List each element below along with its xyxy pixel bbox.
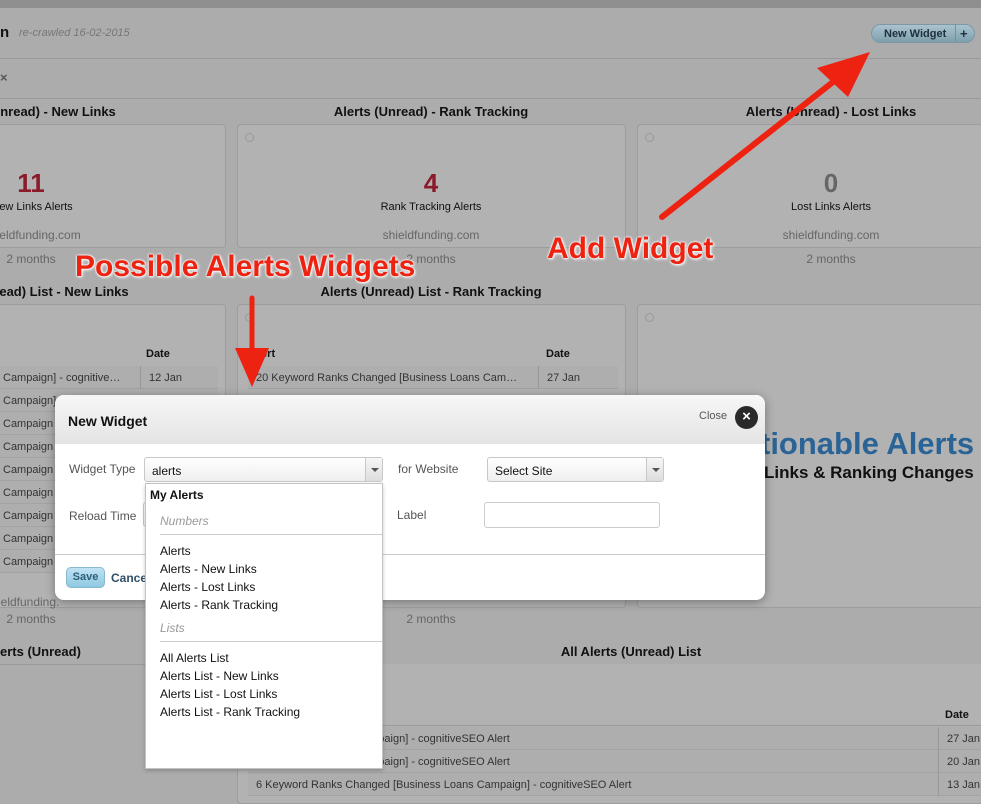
close-icon[interactable]: × [735,406,758,429]
dropdown-option[interactable]: Alerts List - New Links [160,669,279,683]
site-select[interactable]: Select Site [487,457,664,482]
modal-title: New Widget [68,413,148,429]
dropdown-subheader: Numbers [160,514,209,528]
dropdown-option[interactable]: Alerts - Lost Links [160,580,255,594]
dropdown-option[interactable]: Alerts - New Links [160,562,257,576]
widget-type-label: Widget Type [69,462,136,476]
modal-header: New Widget Close × [55,395,765,444]
annotation-add-widget: Add Widget [547,232,714,265]
dropdown-option[interactable]: Alerts List - Lost Links [160,687,277,701]
dropdown-option[interactable]: All Alerts List [160,651,229,665]
widget-type-dropdown: My Alerts Numbers Alerts Alerts - New Lin… [145,483,383,769]
widget-type-value: alerts [152,464,182,478]
dropdown-option[interactable]: Alerts [160,544,191,558]
label-input[interactable] [484,502,660,528]
dropdown-group: My Alerts [150,488,204,502]
dropdown-subheader: Lists [160,621,185,635]
arrow-head-icon [235,348,269,387]
widget-type-select[interactable]: alerts [144,457,383,482]
arrow-to-new-widget [659,75,841,220]
annotation-possible-widgets: Possible Alerts Widgets [75,250,416,283]
site-value: Select Site [495,464,553,478]
chevron-down-icon[interactable] [365,458,382,481]
label-label: Label [397,508,427,522]
save-button[interactable]: Save [66,567,105,588]
dropdown-option[interactable]: Alerts List - Rank Tracking [160,705,300,719]
chevron-down-icon[interactable] [646,458,663,481]
dropdown-option[interactable]: Alerts - Rank Tracking [160,598,278,612]
close-button[interactable]: Close [699,410,727,422]
reload-time-label: Reload Time [69,509,137,523]
for-website-label: for Website [398,462,459,476]
